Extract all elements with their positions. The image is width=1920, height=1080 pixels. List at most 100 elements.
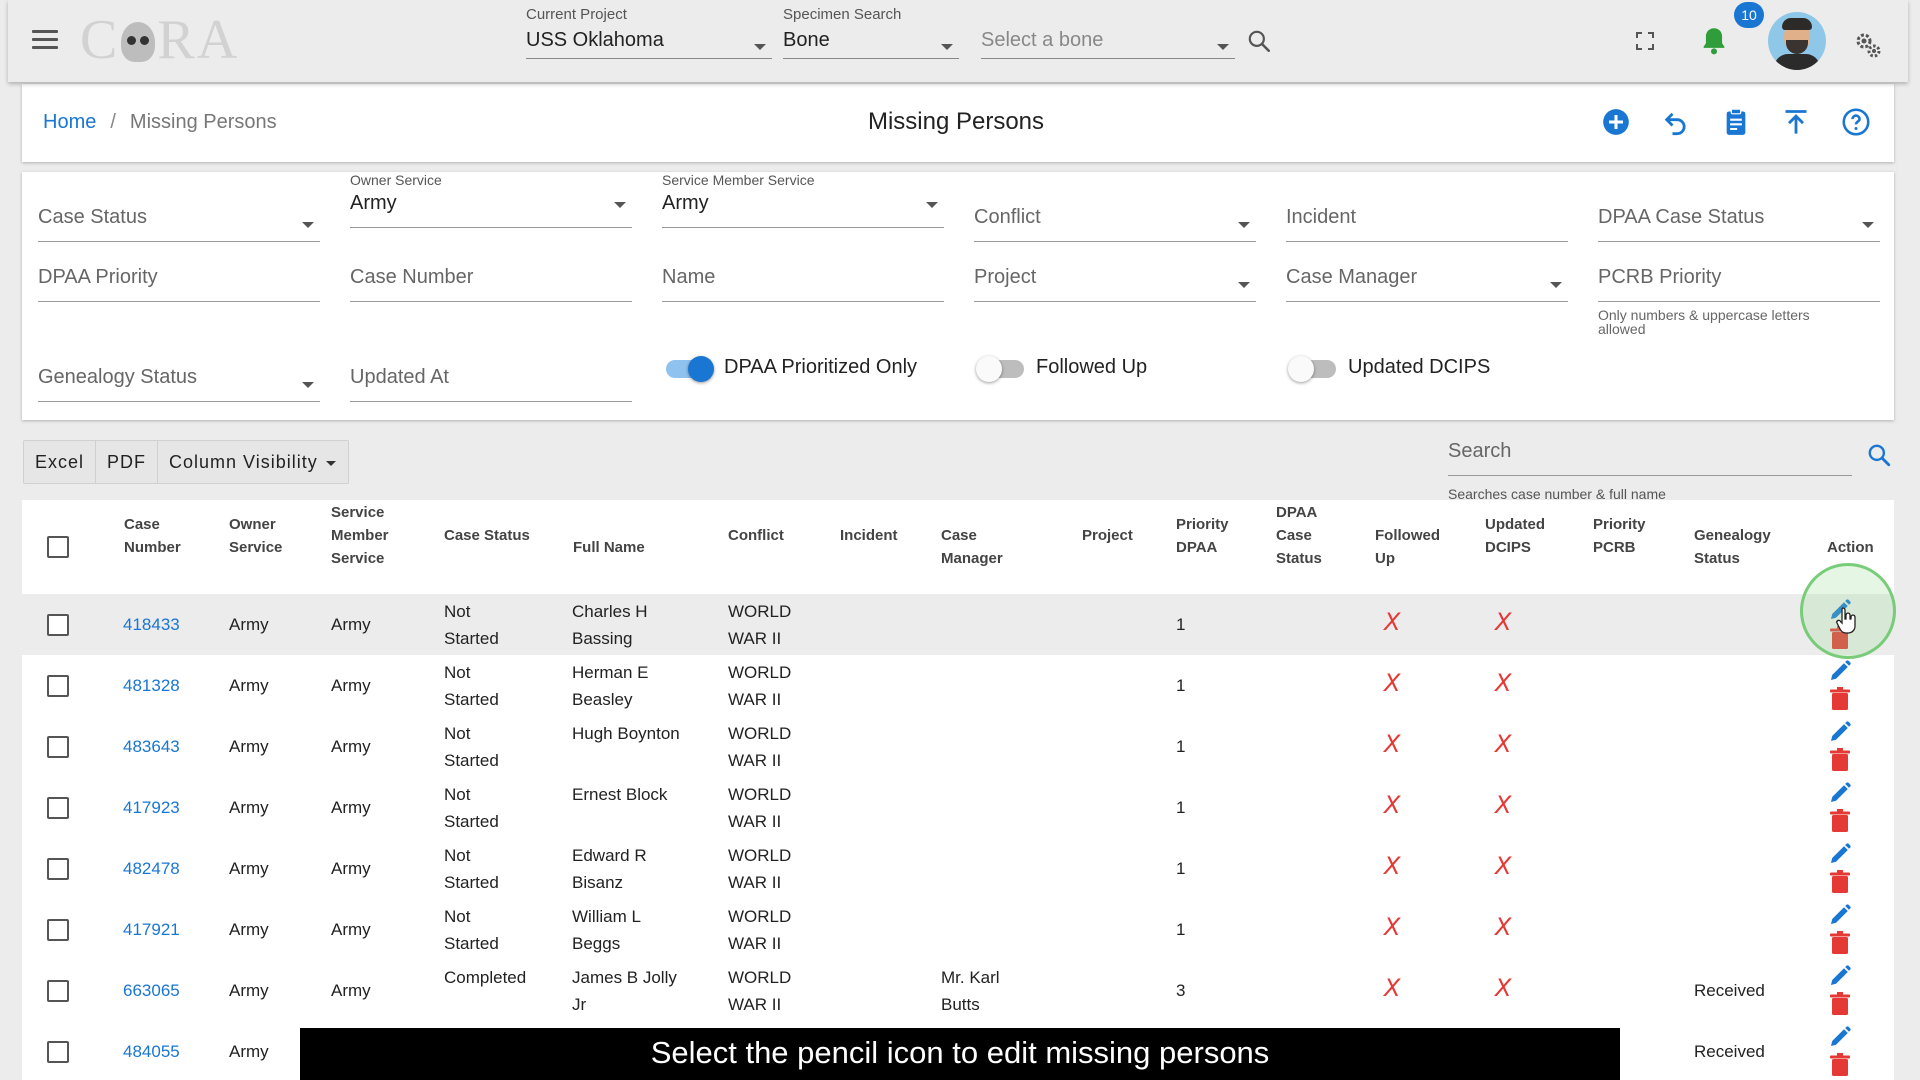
case-number-placeholder[interactable]: Case Number [350, 266, 632, 302]
chevron-down-icon[interactable] [754, 44, 766, 50]
row-checkbox[interactable] [47, 736, 69, 758]
table-row[interactable]: 417921 Army Army Not Started William L B… [22, 899, 1894, 961]
header-service-member-service[interactable]: Service Member Service [331, 501, 389, 570]
pencil-icon[interactable] [1828, 964, 1852, 988]
bone-select-placeholder[interactable]: Select a bone [981, 29, 1235, 59]
toggle-knob[interactable] [976, 356, 1002, 382]
table-row[interactable]: 417923 Army Army Not Started Ernest Bloc… [22, 777, 1894, 839]
breadcrumb-home-link[interactable]: Home [43, 111, 96, 133]
case-number-link[interactable]: 483643 [123, 733, 180, 760]
chevron-down-icon[interactable] [1550, 282, 1562, 288]
trash-icon[interactable] [1830, 870, 1850, 894]
table-search-input[interactable]: Search [1448, 440, 1852, 476]
current-project-value[interactable]: USS Oklahoma [526, 29, 772, 59]
trash-icon[interactable] [1830, 931, 1850, 955]
trash-icon[interactable] [1830, 1053, 1850, 1077]
header-case-manager[interactable]: Case Manager [941, 524, 1003, 570]
table-row[interactable]: 418433 Army Army Not Started Charles H B… [22, 594, 1894, 656]
chevron-down-icon[interactable] [926, 202, 938, 208]
header-case-number[interactable]: Case Number [124, 513, 181, 559]
help-icon[interactable] [1842, 108, 1870, 136]
chevron-down-icon[interactable] [302, 222, 314, 228]
toggle-knob[interactable] [1288, 356, 1314, 382]
add-circle-icon[interactable] [1602, 108, 1630, 136]
select-all-checkbox[interactable] [47, 536, 69, 558]
row-checkbox[interactable] [47, 797, 69, 819]
row-checkbox[interactable] [47, 1041, 69, 1063]
row-checkbox[interactable] [47, 858, 69, 880]
excel-button[interactable]: Excel [24, 441, 97, 483]
pcrb-priority-placeholder[interactable]: PCRB Priority [1598, 266, 1880, 302]
service-member-service-value[interactable]: Army [662, 192, 944, 228]
case-number-link[interactable]: 418433 [123, 611, 180, 638]
chevron-down-icon[interactable] [302, 382, 314, 388]
case-status-value[interactable]: Case Status [38, 206, 320, 242]
header-incident[interactable]: Incident [840, 524, 898, 547]
case-number-link[interactable]: 663065 [123, 977, 180, 1004]
header-case-status[interactable]: Case Status [444, 524, 530, 547]
pdf-button[interactable]: PDF [96, 441, 159, 483]
case-number-link[interactable]: 484055 [123, 1038, 180, 1065]
avatar[interactable] [1768, 12, 1826, 70]
chevron-down-icon[interactable] [614, 202, 626, 208]
clipboard-icon[interactable] [1722, 108, 1750, 136]
header-dpaa-case-status[interactable]: DPAA Case Status [1276, 501, 1322, 570]
case-number-link[interactable]: 482478 [123, 855, 180, 882]
pencil-icon[interactable] [1828, 903, 1852, 927]
table-row[interactable]: 663065 Army Army Completed James B Jolly… [22, 960, 1894, 1022]
table-row[interactable]: 483643 Army Army Not Started Hugh Boynto… [22, 716, 1894, 778]
header-priority-dpaa[interactable]: Priority DPAA [1176, 513, 1229, 559]
trash-icon[interactable] [1830, 748, 1850, 772]
header-owner-service[interactable]: Owner Service [229, 513, 282, 559]
owner-service-value[interactable]: Army [350, 192, 632, 228]
current-project-select[interactable]: Current Project USS Oklahoma [526, 6, 772, 59]
pencil-icon[interactable] [1828, 842, 1852, 866]
pencil-icon[interactable] [1828, 1025, 1852, 1049]
bone-select[interactable]: . Select a bone [981, 6, 1235, 59]
trash-icon[interactable] [1830, 687, 1850, 711]
incident-placeholder[interactable]: Incident [1286, 206, 1568, 242]
trash-icon[interactable] [1830, 809, 1850, 833]
chevron-down-icon[interactable] [1217, 44, 1229, 50]
header-genealogy-status[interactable]: Genealogy Status [1694, 524, 1771, 570]
pencil-icon[interactable] [1828, 781, 1852, 805]
specimen-search-value[interactable]: Bone [783, 29, 959, 59]
chevron-down-icon[interactable] [1862, 222, 1874, 228]
search-icon[interactable] [1246, 28, 1272, 54]
gears-icon[interactable] [1853, 30, 1883, 60]
conflict-value[interactable]: Conflict [974, 206, 1256, 242]
header-project[interactable]: Project [1082, 524, 1133, 547]
trash-icon[interactable] [1830, 992, 1850, 1016]
row-checkbox[interactable] [47, 614, 69, 636]
project-value[interactable]: Project [974, 266, 1256, 302]
table-row[interactable]: 482478 Army Army Not Started Edward R Bi… [22, 838, 1894, 900]
header-conflict[interactable]: Conflict [728, 524, 784, 547]
pencil-icon[interactable] [1828, 659, 1852, 683]
case-number-link[interactable]: 481328 [123, 672, 180, 699]
pencil-icon[interactable] [1828, 720, 1852, 744]
chevron-down-icon[interactable] [1238, 282, 1250, 288]
export-icon[interactable] [1782, 108, 1810, 136]
dpaa-priority-placeholder[interactable]: DPAA Priority [38, 266, 320, 302]
dpaa-case-status-value[interactable]: DPAA Case Status [1598, 206, 1880, 242]
case-manager-value[interactable]: Case Manager [1286, 266, 1568, 302]
column-visibility-button[interactable]: Column Visibility [158, 441, 348, 483]
fullscreen-icon[interactable] [1636, 32, 1654, 50]
chevron-down-icon[interactable] [941, 44, 953, 50]
header-updated-dcips[interactable]: Updated DCIPS [1485, 513, 1545, 559]
bell-icon[interactable] [1700, 26, 1728, 56]
toggle-knob[interactable] [688, 356, 714, 382]
undo-icon[interactable] [1662, 108, 1690, 136]
header-priority-pcrb[interactable]: Priority PCRB [1593, 513, 1646, 559]
row-checkbox[interactable] [47, 980, 69, 1002]
table-search[interactable]: Search Searches case number & full name [1448, 440, 1852, 502]
genealogy-status-value[interactable]: Genealogy Status [38, 366, 320, 402]
chevron-down-icon[interactable] [1238, 222, 1250, 228]
specimen-search-select[interactable]: Specimen Search Bone [783, 6, 959, 59]
table-row[interactable]: 481328 Army Army Not Started Herman E Be… [22, 655, 1894, 717]
name-placeholder[interactable]: Name [662, 266, 944, 302]
header-full-name[interactable]: Full Name [573, 536, 645, 559]
menu-icon[interactable] [32, 30, 58, 52]
header-followed-up[interactable]: Followed Up [1375, 524, 1440, 570]
search-icon[interactable] [1866, 442, 1892, 468]
